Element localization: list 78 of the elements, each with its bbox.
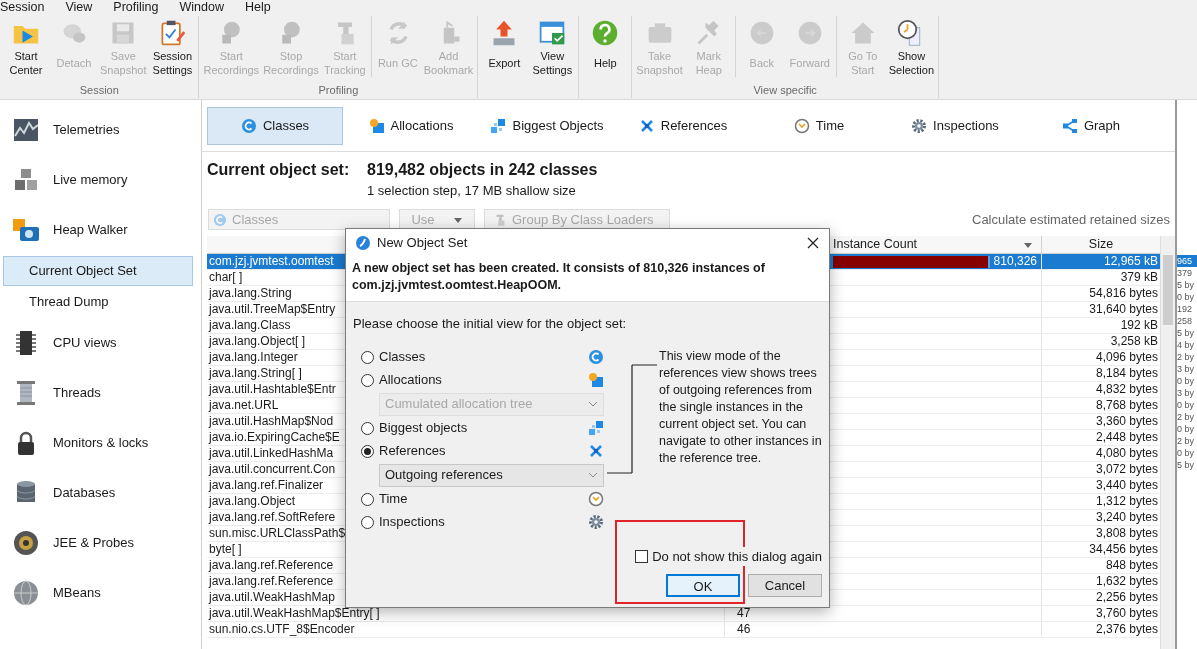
group-label: Profiling <box>317 84 360 98</box>
table-cell: 3,440 bytes <box>1095 478 1158 492</box>
table-cell: java.util.WeakHashMap <box>209 590 335 604</box>
table-cell-text: 2 by <box>1177 435 1195 447</box>
table-cell: 965 <box>1177 255 1197 267</box>
table-cell-text: 47 <box>736 606 752 621</box>
table-cell: 8,768 bytes <box>1095 398 1158 412</box>
group-label: View specific <box>752 84 818 98</box>
table-cell-text: 3 by <box>1177 363 1195 375</box>
table-cell: 3,360 bytes <box>1095 414 1158 428</box>
table-cell: 2,448 bytes <box>1095 430 1158 444</box>
heading-label: Current object set: <box>207 160 351 180</box>
table-cell: byte[ ] <box>209 542 242 556</box>
table-cell-text: 379 <box>1177 267 1194 279</box>
table-cell-text: 810,326 <box>992 254 1038 269</box>
table-cell-text: 192 <box>1177 303 1194 315</box>
dialog-title: New Object Set <box>377 233 468 252</box>
table-cell: char[ ] <box>209 270 243 284</box>
table-cell: 192 kB <box>1120 318 1158 332</box>
table-cell: java.lang.ref.Finalizer <box>209 478 324 492</box>
table-cell-text: 3 by <box>1177 387 1195 399</box>
table-cell: com.jzj.jvmtest.oomtest <box>209 254 334 268</box>
table-cell: java.util.TreeMap$Entry <box>209 302 336 316</box>
table-cell: 4,080 bytes <box>1095 446 1158 460</box>
table-cell: 4,096 bytes <box>1095 350 1158 364</box>
table-cell: 8,184 bytes <box>1095 366 1158 380</box>
table-cell: sun.misc.URLClassPath$ <box>209 526 346 540</box>
table-cell: 3,760 bytes <box>1095 606 1158 620</box>
table-cell: 848 bytes <box>1105 558 1158 572</box>
table-cell: java.util.WeakHashMap$Entry[ ] <box>209 606 380 620</box>
table-cell-text: 0 by <box>1177 447 1195 459</box>
dialog-message: A new object set has been created. It consists of 810,326 instances of com.jzj.jvmtest.oomtest.HeapOOM. <box>352 261 765 292</box>
summary-text: 1 selection step, 17 MB shallow size <box>367 182 577 200</box>
table-cell-text: 258 <box>1177 315 1194 327</box>
table-cell-text: 5 by <box>1177 459 1195 471</box>
heading-value: 819,482 objects in 242 classes <box>367 160 598 180</box>
table-cell: java.lang.ref.SoftRefere <box>209 510 336 524</box>
table-cell: 3,808 bytes <box>1095 526 1158 540</box>
table-cell: java.util.LinkedHashMa <box>209 446 334 460</box>
table-cell: 3,258 kB <box>1110 334 1158 348</box>
table-cell-text: 0 by <box>1177 375 1195 387</box>
table-cell-text: 2 by <box>1177 411 1195 423</box>
table-cell: java.lang.Integer <box>209 350 298 364</box>
table-cell: 12,965 kB <box>1103 254 1158 268</box>
table-cell-text: 0 by <box>1177 423 1195 435</box>
table-cell: java.util.Hashtable$Entr <box>209 382 336 396</box>
table-cell: 3,072 bytes <box>1095 462 1158 476</box>
table-cell-text: 46 <box>736 622 752 637</box>
table-cell-text: 2 by <box>1177 351 1195 363</box>
table-cell: sun.nio.cs.UTF_8$Encoder <box>209 622 355 636</box>
table-cell: 379 kB <box>1120 270 1158 284</box>
group-label: Session <box>78 84 120 98</box>
prompt-text: Please choose the initial view for the object set: <box>353 315 628 333</box>
table-cell: java.net.URL <box>209 398 279 412</box>
table-cell: 2,256 bytes <box>1095 590 1158 604</box>
table-cell-text: 5 by <box>1177 279 1195 291</box>
table-cell: 54,816 bytes <box>1089 286 1158 300</box>
table-cell: java.lang.String[ ] <box>209 366 302 380</box>
table-cell: java.lang.ref.Reference <box>209 574 334 588</box>
table-cell: 34,456 bytes <box>1089 542 1158 556</box>
table-cell: 2,376 bytes <box>1095 622 1158 636</box>
table-cell: 3,240 bytes <box>1095 510 1158 524</box>
table-cell: java.lang.ref.Reference <box>209 558 334 572</box>
table-cell-text: 0 by <box>1177 291 1195 303</box>
table-cell: 1,312 bytes <box>1095 494 1158 508</box>
table-cell: java.util.HashMap$Nod <box>209 414 334 428</box>
table-cell: 4,832 bytes <box>1095 382 1158 396</box>
table-cell: java.util.concurrent.Con <box>209 462 336 476</box>
table-cell-text: 5 by <box>1177 327 1195 339</box>
table-cell: java.lang.Object <box>209 494 296 508</box>
table-cell: java.io.ExpiringCache$E <box>209 430 340 444</box>
table-cell-text: 4 by <box>1177 339 1195 351</box>
table-cell: 31,640 bytes <box>1089 302 1158 316</box>
table-cell-text: 0 by <box>1177 399 1195 411</box>
table-cell: java.lang.Object[ ] <box>209 334 306 348</box>
table-cell: java.lang.Class <box>209 318 291 332</box>
table-cell: java.lang.String <box>209 286 292 300</box>
table-cell: 1,632 bytes <box>1095 574 1158 588</box>
